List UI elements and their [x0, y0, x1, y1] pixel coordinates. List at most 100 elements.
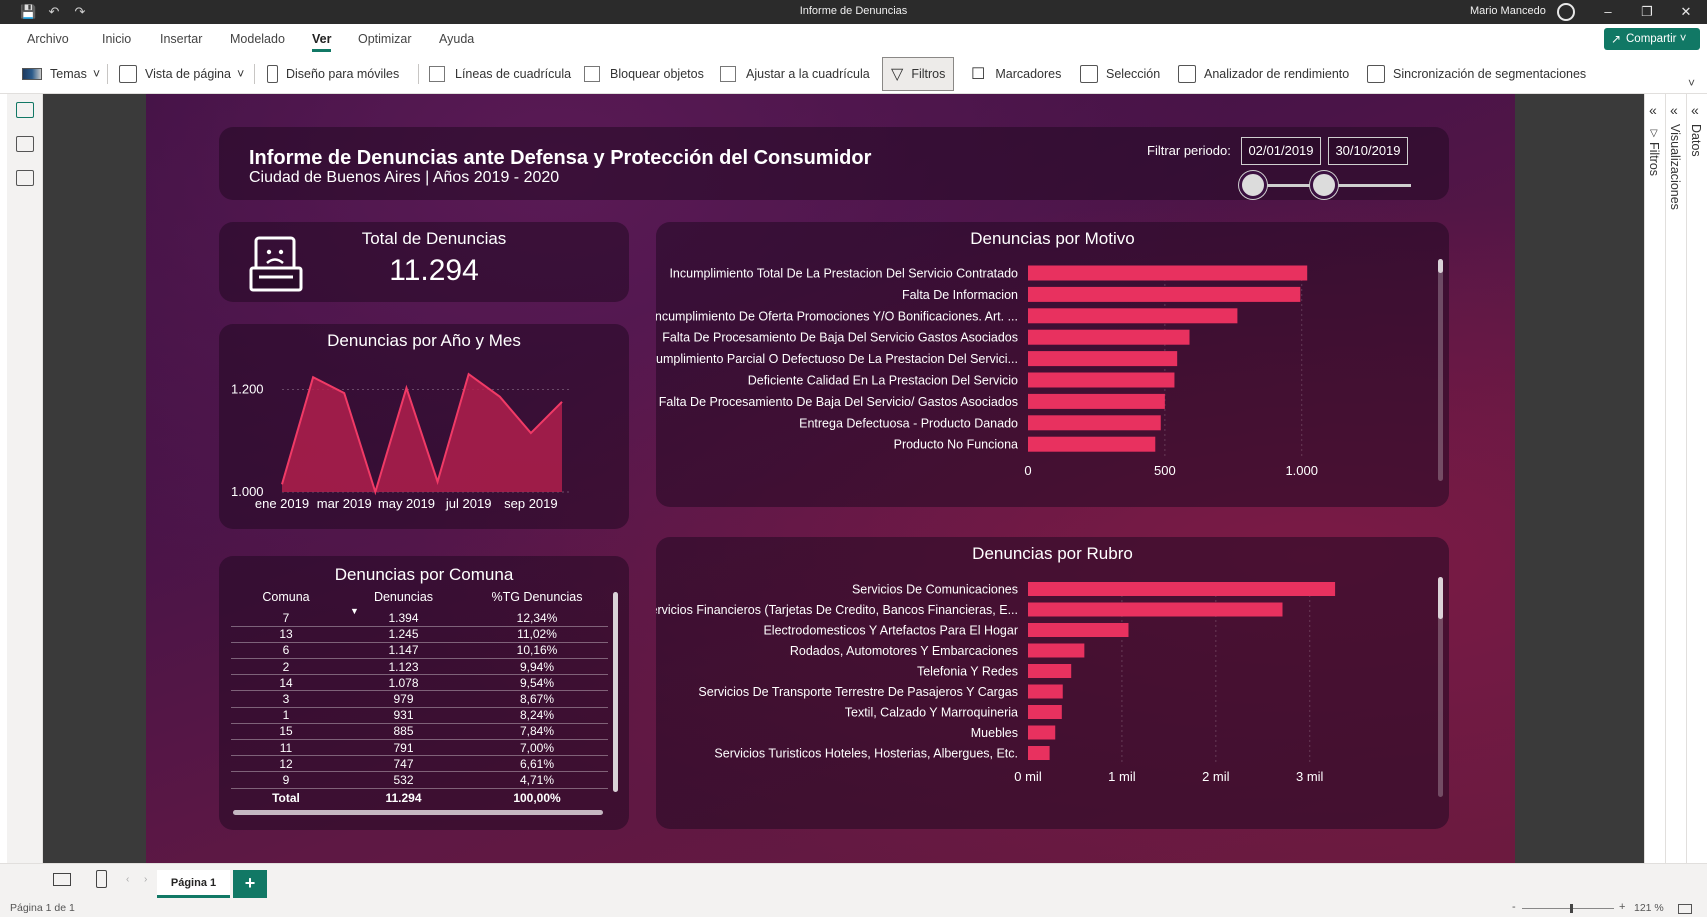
- table-cell: 747: [341, 755, 466, 773]
- bar[interactable]: [1028, 684, 1063, 699]
- page-view-button[interactable]: Vista de página ˅: [119, 54, 244, 94]
- user-name[interactable]: Mario Mancedo: [1470, 5, 1546, 17]
- column-header[interactable]: Comuna: [231, 590, 341, 610]
- menu-ayuda[interactable]: Ayuda: [439, 32, 474, 46]
- menu-insertar[interactable]: Insertar: [160, 32, 202, 46]
- visualizations-pane[interactable]: « Visualizaciones: [1665, 94, 1686, 863]
- minimize-icon[interactable]: –: [1596, 3, 1620, 21]
- table-cell: 8,67%: [466, 690, 608, 708]
- mobile-layout-icon[interactable]: [96, 870, 107, 888]
- table-vertical-scrollbar[interactable]: [613, 592, 618, 792]
- avatar[interactable]: [1557, 3, 1575, 21]
- filters-pane[interactable]: « ▽ Filtros: [1644, 94, 1665, 863]
- menu-inicio[interactable]: Inicio: [102, 32, 131, 46]
- table-cell: 979: [341, 690, 466, 708]
- share-button[interactable]: ↗ Compartir ˅: [1604, 28, 1700, 50]
- menu-ver[interactable]: Ver: [312, 32, 332, 52]
- data-pane[interactable]: « Datos: [1686, 94, 1707, 863]
- bookmarks-button[interactable]: ☐ Marcadores: [971, 54, 1061, 94]
- date-from-input[interactable]: 02/01/2019: [1241, 137, 1321, 165]
- date-slider-start-handle[interactable]: [1239, 171, 1267, 199]
- column-header[interactable]: Denuncias: [341, 590, 466, 610]
- table-row[interactable]: 6 1.147 10,16%: [231, 642, 608, 660]
- zoom-slider-track[interactable]: [1522, 908, 1614, 909]
- zoom-in-icon[interactable]: +: [1619, 901, 1625, 913]
- table-row[interactable]: 13 1.245 11,02%: [231, 626, 608, 643]
- table-row[interactable]: 7 1.394 12,34%: [231, 610, 608, 627]
- bar[interactable]: [1028, 372, 1175, 388]
- scroll-thumb[interactable]: [613, 592, 618, 792]
- bar[interactable]: [1028, 582, 1336, 596]
- bar[interactable]: [1028, 415, 1161, 431]
- rubro-scrollbar[interactable]: [1438, 577, 1443, 797]
- table-row[interactable]: 15 885 7,84%: [231, 723, 608, 741]
- restore-icon[interactable]: ❐: [1635, 3, 1659, 21]
- bar[interactable]: [1028, 286, 1301, 302]
- table-row[interactable]: 3 979 8,67%: [231, 690, 608, 708]
- bar[interactable]: [1028, 602, 1283, 617]
- date-slider-end-handle[interactable]: [1310, 171, 1338, 199]
- filters-button[interactable]: ▽ Filtros: [882, 57, 955, 91]
- themes-button[interactable]: Temas ˅: [22, 54, 100, 94]
- lock-objects-toggle[interactable]: Bloquear objetos: [584, 54, 704, 94]
- bar[interactable]: [1028, 643, 1085, 658]
- monthly-area-chart[interactable]: 1.0001.200ene 2019 mar 2019 may 2019 jul 20…: [219, 354, 629, 529]
- zoom-slider-thumb[interactable]: [1570, 904, 1573, 913]
- bar[interactable]: [1028, 623, 1129, 637]
- bar[interactable]: [1028, 436, 1156, 452]
- expand-chevron-icon[interactable]: «: [1649, 102, 1657, 118]
- sort-desc-icon[interactable]: ▼: [350, 606, 359, 616]
- table-row[interactable]: 12 747 6,61%: [231, 755, 608, 773]
- table-row[interactable]: 2 1.123 9,94%: [231, 658, 608, 676]
- bar[interactable]: [1028, 725, 1056, 740]
- expand-chevron-icon[interactable]: «: [1691, 102, 1699, 118]
- gridlines-toggle[interactable]: Líneas de cuadrícula: [429, 54, 571, 94]
- snap-to-grid-checkbox[interactable]: [720, 66, 736, 82]
- table-row[interactable]: 9 532 4,71%: [231, 771, 608, 789]
- motivo-scrollbar[interactable]: [1438, 259, 1443, 481]
- scroll-thumb[interactable]: [1438, 577, 1443, 619]
- model-view-icon[interactable]: [16, 170, 34, 186]
- bar[interactable]: [1028, 664, 1072, 678]
- bar[interactable]: [1028, 308, 1238, 324]
- prev-page-icon[interactable]: ‹: [126, 874, 129, 885]
- add-page-button[interactable]: +: [233, 870, 267, 898]
- comuna-table[interactable]: Comuna Denuncias %TG Denuncias 7 1.394 12,…: [231, 590, 608, 809]
- zoom-out-icon[interactable]: -: [1512, 901, 1516, 913]
- mobile-layout-button[interactable]: Diseño para móviles: [267, 54, 399, 94]
- bar[interactable]: [1028, 393, 1165, 409]
- table-cell: 1.147: [341, 642, 466, 660]
- bar[interactable]: [1028, 705, 1062, 719]
- motivo-bar-chart[interactable]: 0 500 1.000 Incumplimiento Total De La Pres…: [656, 252, 1449, 507]
- snap-to-grid-toggle[interactable]: Ajustar a la cuadrícula: [720, 54, 870, 94]
- table-horizontal-scrollbar[interactable]: [233, 810, 603, 815]
- date-to-input[interactable]: 30/10/2019: [1328, 137, 1408, 165]
- table-view-icon[interactable]: [16, 136, 34, 152]
- desktop-layout-icon[interactable]: [53, 873, 71, 886]
- selection-button[interactable]: Selección: [1080, 54, 1160, 94]
- menu-modelado[interactable]: Modelado: [230, 32, 285, 46]
- bar[interactable]: [1028, 329, 1190, 345]
- lock-objects-checkbox[interactable]: [584, 66, 600, 82]
- table-row[interactable]: 14 1.078 9,54%: [231, 674, 608, 692]
- gridlines-checkbox[interactable]: [429, 66, 445, 82]
- menu-optimizar[interactable]: Optimizar: [358, 32, 411, 46]
- column-header[interactable]: %TG Denuncias: [466, 590, 608, 610]
- page-tab[interactable]: Página 1: [157, 870, 230, 898]
- scroll-thumb[interactable]: [1438, 259, 1443, 273]
- table-row[interactable]: 1 931 8,24%: [231, 707, 608, 724]
- expand-chevron-icon[interactable]: «: [1670, 102, 1678, 118]
- bar[interactable]: [1028, 746, 1050, 760]
- performance-analyzer-button[interactable]: Analizador de rendimiento: [1178, 54, 1349, 94]
- chevron-down-icon[interactable]: ˅: [1688, 76, 1695, 90]
- sync-slicers-button[interactable]: Sincronización de segmentaciones: [1367, 54, 1586, 94]
- bar[interactable]: [1028, 265, 1308, 281]
- rubro-bar-chart[interactable]: 0 mil 1 mil 2 mil 3 mil Servicios De Comunic…: [656, 567, 1449, 829]
- menu-archivo[interactable]: Archivo: [27, 32, 69, 46]
- table-row[interactable]: 11 791 7,00%: [231, 739, 608, 757]
- fit-page-icon[interactable]: [1678, 904, 1692, 914]
- next-page-icon[interactable]: ›: [144, 874, 147, 885]
- report-view-icon[interactable]: [16, 102, 34, 118]
- bar[interactable]: [1028, 351, 1178, 367]
- close-icon[interactable]: ✕: [1674, 3, 1698, 21]
